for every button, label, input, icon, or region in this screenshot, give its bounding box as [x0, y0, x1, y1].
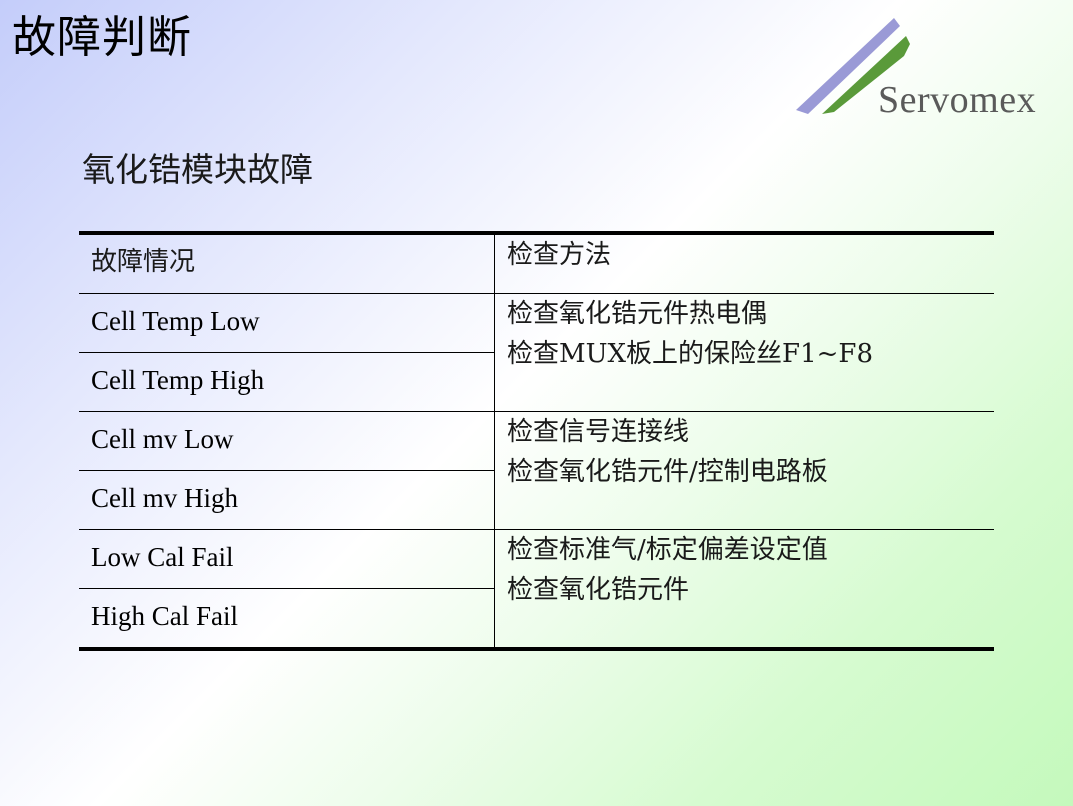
- fault-cell: Cell Temp Low: [79, 293, 495, 353]
- table-row: Low Cal Fail 检查标准气/标定偏差设定值 检查氧化锆元件: [79, 529, 994, 649]
- servomex-logo: Servomex: [796, 18, 1066, 128]
- method-line: 检查信号连接线: [507, 417, 690, 447]
- method-line: 检查氧化锆元件: [507, 575, 690, 605]
- header-fault-condition: 故障情况: [91, 247, 196, 277]
- section-subtitle: 氧化锆模块故障: [82, 150, 313, 189]
- fault-cell: Cell Temp High: [79, 352, 495, 412]
- table-row: Cell Temp Low 检查氧化锆元件热电偶 检查MUX板上的保险丝F1~F…: [79, 293, 994, 412]
- fault-cell: Low Cal Fail: [79, 529, 495, 589]
- fault-cell: Cell mv High: [79, 470, 495, 530]
- method-line: 检查氧化锆元件热电偶: [507, 299, 768, 329]
- fault-table: 故障情况 检查方法 Cell Temp Low 检查氧化锆元件热电偶 检查MUX…: [79, 231, 994, 651]
- table-header-row: 故障情况 检查方法: [79, 233, 994, 294]
- method-cell: 检查氧化锆元件热电偶 检查MUX板上的保险丝F1~F8: [494, 293, 994, 412]
- method-line: 检查标准气/标定偏差设定值: [507, 535, 828, 565]
- header-check-method: 检查方法: [494, 233, 994, 294]
- method-cell: 检查标准气/标定偏差设定值 检查氧化锆元件: [494, 529, 994, 649]
- method-line: 检查MUX板上的保险丝F1~F8: [507, 339, 873, 369]
- table-row: Cell mv Low 检查信号连接线 检查氧化锆元件/控制电路板: [79, 411, 994, 530]
- method-cell: 检查信号连接线 检查氧化锆元件/控制电路板: [494, 411, 994, 530]
- fault-cell: Cell mv Low: [79, 411, 495, 471]
- logo-text: Servomex: [878, 79, 1037, 121]
- method-line: 检查氧化锆元件/控制电路板: [507, 457, 828, 487]
- fault-cell: High Cal Fail: [79, 588, 495, 649]
- slide-title: 故障判断: [12, 12, 192, 63]
